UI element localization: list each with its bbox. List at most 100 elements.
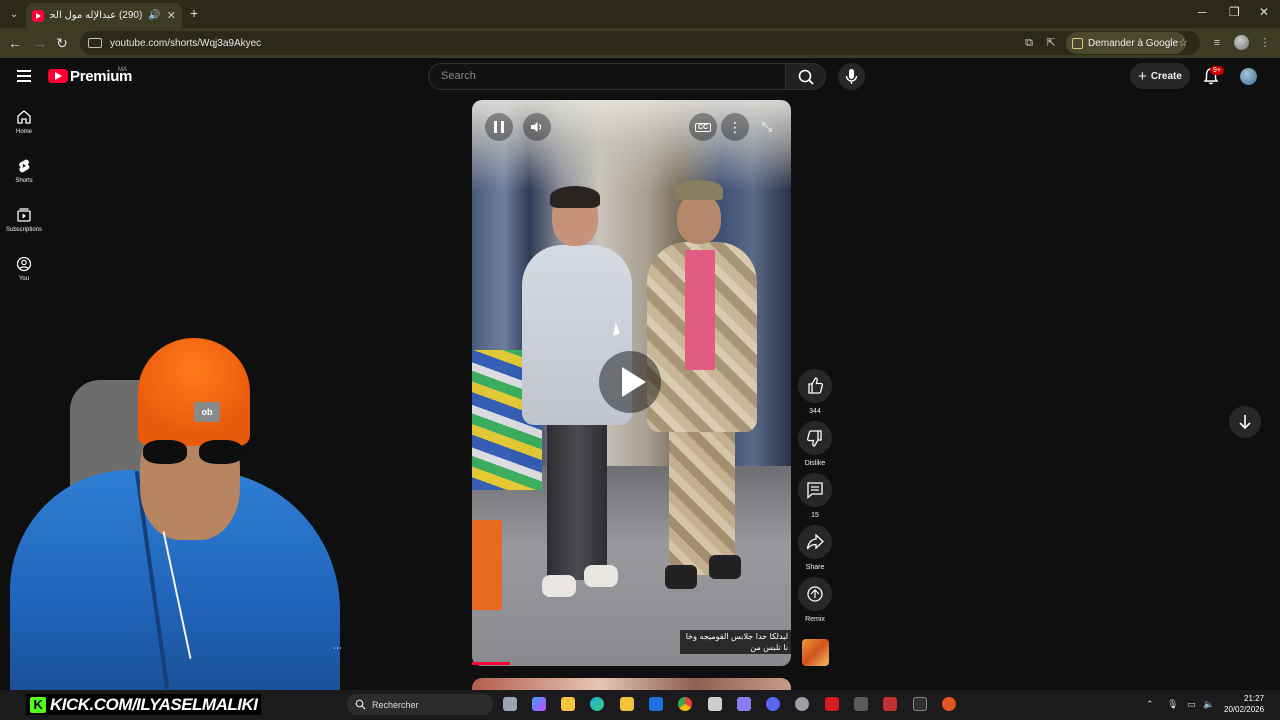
search-input[interactable]: Search bbox=[428, 63, 786, 90]
back-icon[interactable]: ← bbox=[7, 35, 23, 51]
like-button[interactable]: 344 bbox=[795, 369, 835, 415]
comments-button[interactable]: 15 bbox=[795, 473, 835, 519]
shorts-icon bbox=[19, 159, 30, 173]
kick-banner: K KICK.COM/ILYASELMALIKI bbox=[26, 694, 262, 715]
tab-close-icon[interactable]: ✕ bbox=[167, 9, 176, 22]
tab-search-chevron-icon[interactable]: ⌄ bbox=[6, 6, 22, 22]
kick-url: KICK.COM/ILYASELMALIKI bbox=[50, 694, 258, 714]
create-label: Create bbox=[1150, 70, 1182, 82]
clock-time: 21:27 bbox=[1244, 694, 1265, 703]
share-icon bbox=[806, 533, 824, 550]
browser-tab-strip: ⌄ (290) عبدالإله مول الحوت راه 🔊 ✕ + ─ ❐… bbox=[0, 0, 1280, 28]
captions-button[interactable]: CC bbox=[689, 113, 717, 141]
microphone-icon bbox=[845, 69, 858, 84]
app-icon-dark[interactable] bbox=[854, 697, 868, 711]
video-caption: لبدلكا حدا جلابس القوميجه وخا نا تلبس من bbox=[680, 630, 791, 654]
sidebar-item-shorts[interactable]: Shorts bbox=[0, 158, 48, 184]
sidebar-item-home[interactable]: Home bbox=[0, 109, 48, 135]
share-label: Share bbox=[805, 564, 825, 571]
sidebar-item-label: You bbox=[18, 276, 30, 282]
video-frame-orange-cloth bbox=[472, 520, 502, 610]
tray-overflow-icon[interactable]: ⌃ bbox=[1146, 699, 1154, 710]
taskbar-clock[interactable]: 21:27 20/02/2026 bbox=[1224, 693, 1264, 715]
cast-icon[interactable]: ⇱ bbox=[1045, 37, 1057, 49]
youtube-logo-icon[interactable] bbox=[48, 69, 68, 83]
webcam-beanie bbox=[138, 338, 250, 446]
chrome-icon[interactable] bbox=[678, 697, 692, 711]
country-code: MA bbox=[118, 67, 127, 73]
video-progress-bar[interactable] bbox=[472, 662, 510, 665]
volume-button[interactable] bbox=[523, 113, 551, 141]
account-avatar[interactable] bbox=[1240, 68, 1257, 85]
browser-tab-active[interactable]: (290) عبدالإله مول الحوت راه 🔊 ✕ bbox=[26, 3, 182, 28]
thumbs-up-icon bbox=[808, 377, 824, 394]
settings-gear-icon[interactable] bbox=[795, 697, 809, 711]
next-short-button[interactable] bbox=[1229, 406, 1261, 438]
minimize-icon[interactable]: ─ bbox=[1198, 5, 1207, 19]
app-icon-mail[interactable] bbox=[708, 697, 722, 711]
pause-button[interactable] bbox=[485, 113, 513, 141]
tray-mic-icon[interactable]: 🎙 bbox=[1167, 699, 1178, 710]
play-overlay-icon[interactable] bbox=[599, 351, 661, 413]
kick-logo-icon: K bbox=[30, 696, 46, 713]
copilot-icon[interactable] bbox=[532, 697, 546, 711]
app-icon-capture[interactable] bbox=[913, 697, 927, 711]
window-close-icon[interactable]: ✕ bbox=[1259, 5, 1269, 19]
tray-volume-icon[interactable]: 🔈 bbox=[1203, 699, 1214, 710]
bookmark-star-icon[interactable]: ☆ bbox=[1177, 37, 1189, 49]
translate-icon[interactable]: ⧉ bbox=[1023, 37, 1035, 49]
task-view-icon[interactable] bbox=[503, 697, 517, 711]
search-button[interactable] bbox=[786, 63, 826, 90]
edge-icon[interactable] bbox=[590, 697, 604, 711]
address-url: youtube.com/shorts/Wqj3a9Akyec bbox=[110, 37, 262, 49]
store-icon[interactable] bbox=[620, 697, 634, 711]
remix-button[interactable]: Remix bbox=[795, 577, 835, 623]
remix-icon bbox=[807, 586, 823, 602]
fullscreen-icon[interactable]: ⤡ bbox=[753, 113, 781, 141]
browser-profile-avatar[interactable] bbox=[1234, 35, 1249, 50]
sidebar-item-you[interactable]: You bbox=[0, 256, 48, 282]
tray-network-icon[interactable]: ▭ bbox=[1187, 699, 1196, 710]
site-info-icon[interactable] bbox=[88, 38, 102, 48]
sidebar-item-subscriptions[interactable]: Subscriptions bbox=[0, 207, 48, 233]
outlook-icon[interactable] bbox=[649, 697, 663, 711]
new-tab-icon[interactable]: + bbox=[190, 5, 198, 21]
search-icon bbox=[798, 69, 814, 85]
taskbar-search[interactable]: Rechercher bbox=[347, 694, 493, 715]
browser-menu-icon[interactable]: ⋮ bbox=[1259, 37, 1271, 49]
discord-icon[interactable] bbox=[766, 697, 780, 711]
voice-search-button[interactable] bbox=[838, 63, 865, 90]
more-options-icon[interactable]: ⋮ bbox=[721, 113, 749, 141]
arrow-down-icon bbox=[1239, 415, 1251, 430]
webcam-overlay: ob bbox=[0, 330, 345, 700]
create-button[interactable]: + Create bbox=[1130, 63, 1190, 89]
thumbs-down-icon bbox=[806, 430, 822, 447]
dislike-button[interactable]: Dislike bbox=[795, 421, 835, 467]
like-count: 344 bbox=[809, 408, 821, 415]
webcam-sunglasses bbox=[143, 440, 247, 466]
browser-toolbar: ← → ↻ youtube.com/shorts/Wqj3a9Akyec ⧉ ⇱… bbox=[0, 28, 1280, 58]
reading-list-icon[interactable]: ≡ bbox=[1211, 37, 1223, 49]
app-icon-red[interactable] bbox=[883, 697, 897, 711]
video-frame-person-right bbox=[647, 180, 757, 600]
ask-google-button[interactable]: Demander à Google bbox=[1066, 32, 1187, 54]
overlay-dots: ⋯ bbox=[333, 643, 342, 653]
home-icon bbox=[17, 110, 31, 124]
tab-audio-icon[interactable]: 🔊 bbox=[148, 10, 160, 21]
beanie-logo: ob bbox=[194, 402, 220, 422]
plus-icon: + bbox=[1138, 67, 1147, 85]
restore-icon[interactable]: ❐ bbox=[1229, 5, 1240, 19]
tab-title: (290) عبدالإله مول الحوت راه bbox=[50, 10, 143, 21]
file-explorer-icon[interactable] bbox=[561, 697, 575, 711]
user-circle-icon bbox=[16, 256, 32, 272]
gamepad-icon[interactable] bbox=[737, 697, 751, 711]
sound-thumbnail[interactable] bbox=[802, 639, 829, 666]
reload-icon[interactable]: ↻ bbox=[54, 35, 70, 52]
google-lens-icon bbox=[1072, 37, 1083, 49]
sidebar-item-label: Subscriptions bbox=[5, 227, 43, 233]
forward-icon[interactable]: → bbox=[32, 35, 48, 51]
hamburger-menu-icon[interactable] bbox=[17, 70, 31, 82]
share-button[interactable]: Share bbox=[795, 525, 835, 571]
obs-icon[interactable] bbox=[942, 697, 956, 711]
adobe-icon[interactable] bbox=[825, 697, 839, 711]
